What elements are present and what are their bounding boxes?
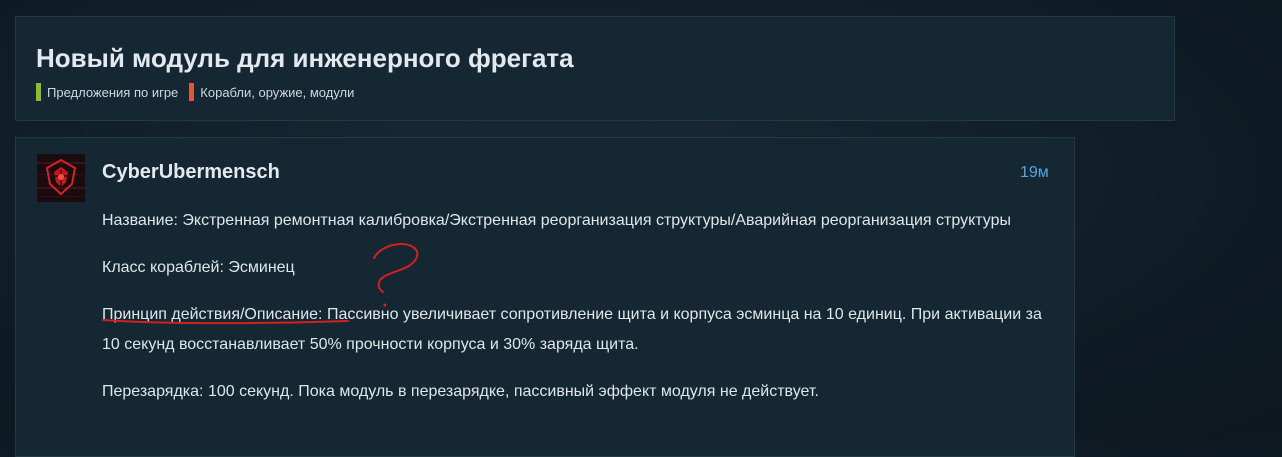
post: CyberUbermensch 19м Название: Экстренная…	[15, 137, 1075, 457]
post-author[interactable]: CyberUbermensch	[102, 161, 280, 184]
category-list: Предложения по игре Корабли, оружие, мод…	[36, 83, 365, 101]
category-color-marker	[36, 83, 41, 101]
category-label: Предложения по игре	[47, 84, 179, 100]
post-paragraph-ship-class: Класс кораблей: Эсминец	[102, 259, 295, 276]
topic-title: Новый модуль для инженерного фрегата	[36, 43, 574, 73]
category-badge-proposals[interactable]: Предложения по игре	[36, 83, 178, 101]
user-avatar[interactable]	[37, 154, 85, 202]
category-badge-ships[interactable]: Корабли, оружие, модули	[189, 83, 354, 101]
post-paragraph-description: Принцип действия/Описание: Пассивно увел…	[102, 306, 1042, 353]
post-paragraph-name: Название: Экстренная ремонтная калибровк…	[102, 212, 1011, 229]
post-paragraph-cooldown: Перезарядка: 100 секунд. Пока модуль в п…	[102, 383, 819, 400]
category-label: Корабли, оружие, модули	[200, 84, 355, 100]
topic-header: Новый модуль для инженерного фрегата Пре…	[15, 16, 1175, 121]
category-color-marker	[189, 83, 195, 101]
post-body: Название: Экстренная ремонтная калибровк…	[102, 206, 1052, 424]
post-timestamp[interactable]: 19м	[1020, 164, 1049, 182]
avatar-emblem-icon	[37, 154, 85, 202]
